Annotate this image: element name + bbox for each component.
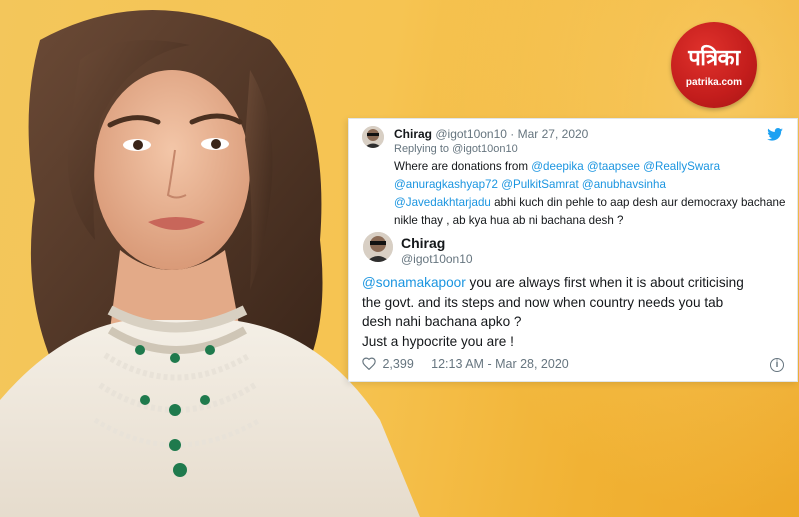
- heart-icon[interactable]: [362, 357, 376, 370]
- mention-link[interactable]: @taapsee: [587, 160, 640, 173]
- quoted-author-handle[interactable]: @igot10on10: [435, 127, 507, 141]
- mention-link[interactable]: @Javedakhtarjadu: [394, 196, 491, 209]
- main-text-line: the govt. and its steps and now when cou…: [362, 294, 724, 310]
- quoted-tweet-text: Where are donations from @deepika @taaps…: [394, 158, 789, 230]
- quoted-avatar[interactable]: [362, 126, 384, 148]
- mention-link[interactable]: @anubhavsinha: [582, 178, 666, 191]
- quoted-text-prefix: Where are donations from: [394, 160, 529, 173]
- main-avatar[interactable]: [363, 232, 393, 262]
- logo-site-text: patrika.com: [685, 77, 743, 88]
- mention-link[interactable]: @sonamakapoor: [362, 275, 466, 290]
- mention-link[interactable]: @PulkitSamrat: [501, 178, 579, 191]
- tweet-timestamp[interactable]: 12:13 AM - Mar 28, 2020: [431, 357, 569, 371]
- main-author-handle[interactable]: @igot10on10: [401, 252, 473, 266]
- quoted-header: Chirag @igot10on10 · Mar 27, 2020: [394, 127, 588, 141]
- tweet-footer: 2,399 12:13 AM - Mar 28, 2020: [362, 357, 569, 373]
- main-tweet-text: @sonamakapoor you are always first when …: [362, 273, 792, 351]
- main-text-line: Just a hypocrite you are !: [362, 333, 514, 349]
- mention-link[interactable]: @ReallySwara: [643, 160, 720, 173]
- info-icon[interactable]: i: [770, 358, 784, 372]
- mention-link[interactable]: @anuragkashyap72: [394, 178, 498, 191]
- logo-hindi-text: पत्रिका: [688, 46, 740, 71]
- quoted-author-name[interactable]: Chirag: [394, 127, 432, 141]
- like-count[interactable]: 2,399: [382, 357, 413, 371]
- main-author-name[interactable]: Chirag: [401, 235, 445, 251]
- mention-link[interactable]: @deepika: [531, 160, 583, 173]
- patrika-logo[interactable]: पत्रिका patrika.com: [671, 22, 757, 108]
- quoted-date[interactable]: Mar 27, 2020: [518, 127, 589, 141]
- separator-dot: ·: [510, 127, 518, 141]
- main-text-line: you are always first when it is about cr…: [469, 275, 744, 290]
- replying-to[interactable]: Replying to @igot10on10: [394, 143, 518, 155]
- twitter-bird-icon[interactable]: [767, 128, 783, 141]
- main-text-line: desh nahi bachana apko ?: [362, 314, 522, 329]
- tweet-card: Chirag @igot10on10 · Mar 27, 2020 Replyi…: [348, 118, 798, 382]
